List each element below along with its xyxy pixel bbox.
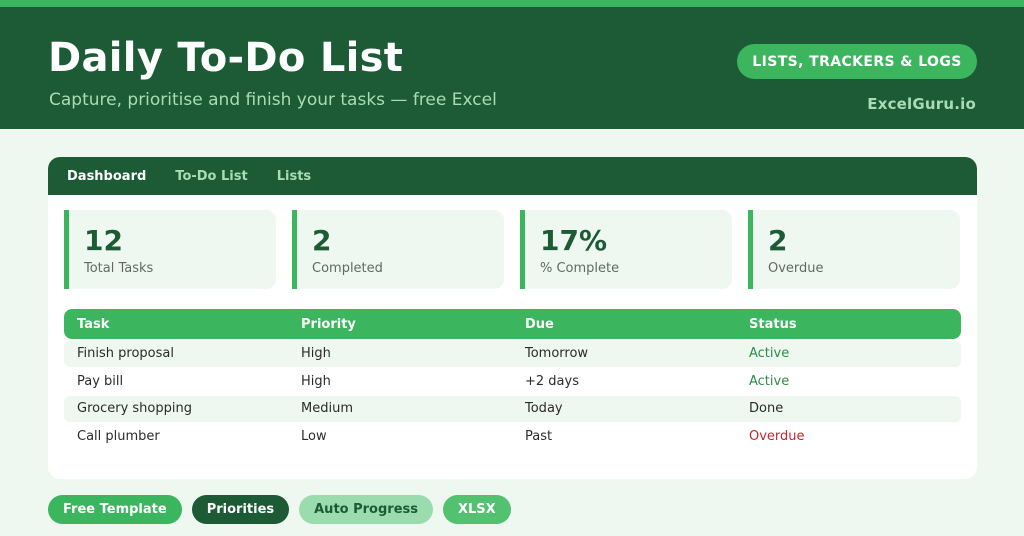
table-row[interactable]: Call plumber Low Past Overdue [64,423,961,449]
stat-label: Completed [312,261,383,276]
chip-xlsx[interactable]: XLSX [443,495,511,524]
table-header: Task Priority Due Status [64,309,961,339]
priority-cell: Medium [301,401,353,416]
table-row[interactable]: Finish proposal High Tomorrow Active [64,340,961,367]
status-cell: Done [749,401,784,416]
task-cell: Finish proposal [77,346,174,361]
page-subtitle: Capture, prioritise and finish your task… [49,90,497,110]
stat-value: 2 [312,224,332,257]
stats-row: 12 Total Tasks 2 Completed 17% % Complet… [64,210,961,289]
status-cell: Active [749,346,790,361]
task-table: Task Priority Due Status Finish proposal… [64,309,961,449]
stat-card-percent-complete: 17% % Complete [520,210,732,289]
chip-free-template[interactable]: Free Template [48,495,182,524]
tab-dashboard[interactable]: Dashboard [67,169,146,184]
column-header-due[interactable]: Due [512,317,736,332]
chip-auto-progress[interactable]: Auto Progress [299,495,433,524]
stat-value: 17% [540,224,608,257]
stat-label: Overdue [768,261,824,276]
top-accent-bar [0,0,1024,7]
stat-card-completed: 2 Completed [292,210,504,289]
column-header-task[interactable]: Task [64,317,288,332]
chip-priorities[interactable]: Priorities [191,495,290,524]
stat-label: Total Tasks [84,261,154,276]
status-cell: Overdue [749,428,805,444]
tab-todo-list[interactable]: To-Do List [175,169,247,184]
tab-bar: Dashboard To-Do List Lists [48,157,977,195]
priority-cell: Low [301,428,327,444]
category-pill[interactable]: LISTS, TRACKERS & LOGS [737,44,977,79]
stat-value: 12 [84,224,123,257]
tab-lists[interactable]: Lists [277,169,311,184]
page-title: Daily To-Do List [48,35,404,81]
column-header-status[interactable]: Status [736,317,960,332]
stat-value: 2 [768,224,788,257]
task-cell: Call plumber [77,428,160,444]
table-row[interactable]: Grocery shopping Medium Today Done [64,395,961,422]
table-row[interactable]: Pay bill High +2 days Active [64,368,961,394]
page-header: Daily To-Do List Capture, prioritise and… [0,7,1024,129]
stat-card-total-tasks: 12 Total Tasks [64,210,276,289]
dashboard-card: Dashboard To-Do List Lists 12 Total Task… [48,157,977,479]
priority-cell: High [301,346,331,361]
due-cell: +2 days [525,373,579,389]
tag-chips: Free Template Priorities Auto Progress X… [48,495,511,524]
task-cell: Grocery shopping [77,401,192,416]
brand-name: ExcelGuru.io [867,95,976,113]
task-cell: Pay bill [77,373,124,389]
due-cell: Tomorrow [525,346,589,361]
status-cell: Active [749,373,790,389]
due-cell: Today [525,401,563,416]
priority-cell: High [301,373,331,389]
due-cell: Past [525,428,553,444]
column-header-priority[interactable]: Priority [288,317,512,332]
stat-card-overdue: 2 Overdue [748,210,960,289]
stat-label: % Complete [540,261,620,276]
